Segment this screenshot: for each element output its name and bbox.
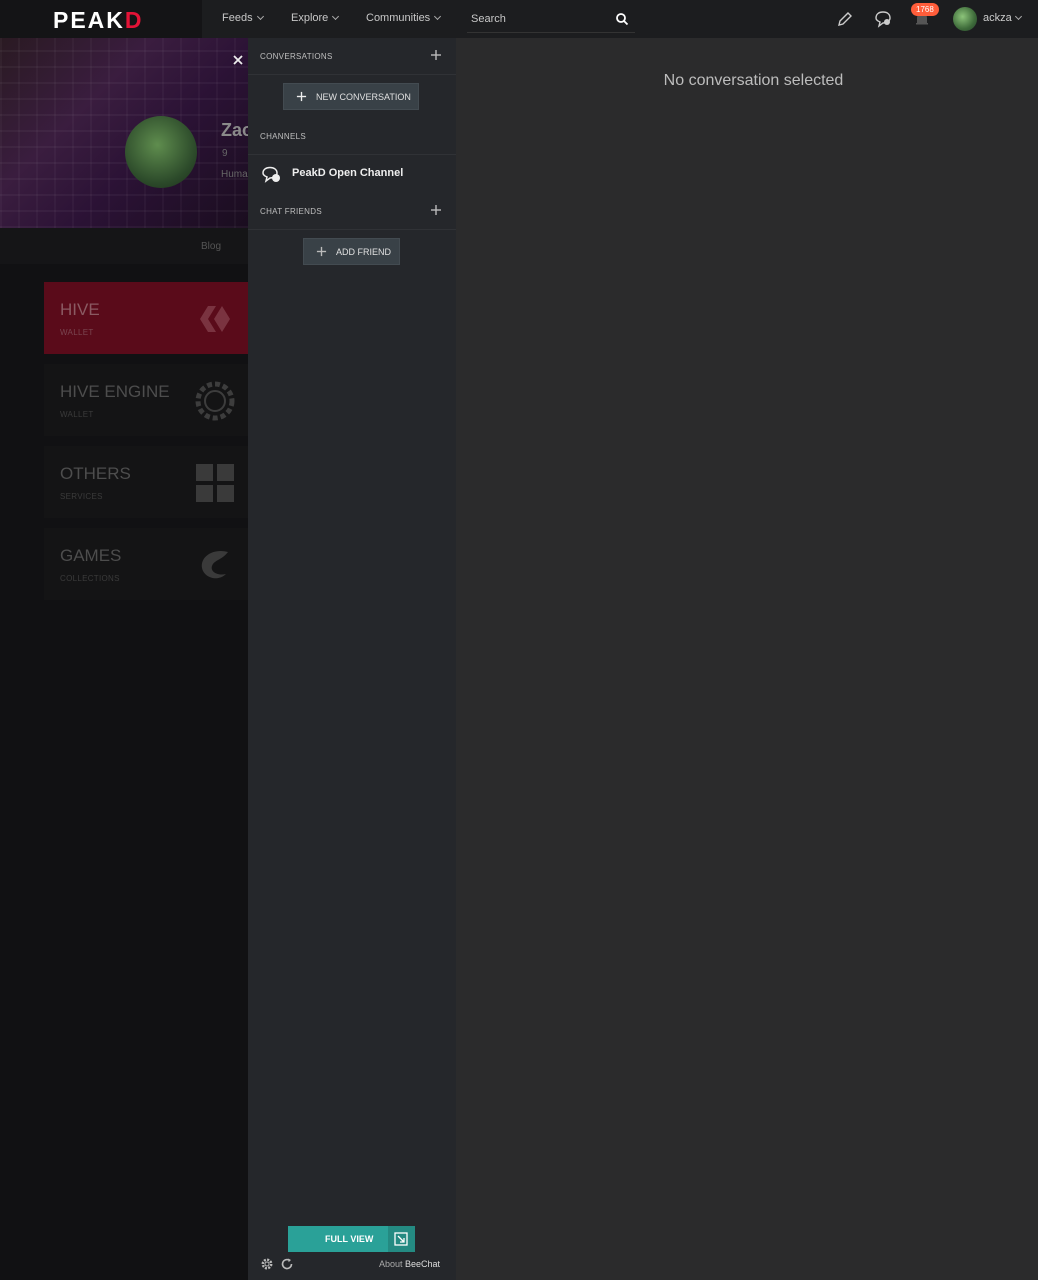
profile-name: Zac: [221, 120, 248, 140]
card-title: HIVE: [60, 300, 100, 319]
pencil-icon[interactable]: [835, 9, 855, 29]
dragon-icon: [201, 550, 228, 579]
about-prefix: About: [379, 1259, 406, 1269]
games-collections-card: GAMES COLLECTIONS: [44, 528, 248, 600]
card-subtitle: WALLET: [60, 328, 94, 337]
channel-name: PeakD Open Channel: [292, 167, 404, 179]
add-conversation-plus-icon[interactable]: [430, 49, 442, 61]
chevron-down-icon: [332, 12, 340, 21]
card-title: OTHERS: [60, 464, 131, 483]
chevron-down-icon: [434, 12, 442, 21]
nav-communities-label: Communities: [366, 12, 431, 24]
conversations-header: CONVERSATIONS: [260, 52, 333, 61]
search-input[interactable]: Search: [467, 6, 635, 33]
gear-icon[interactable]: [260, 1257, 274, 1271]
profile-about: Huma: [221, 169, 248, 180]
chat-icon[interactable]: [873, 9, 893, 29]
chevron-down-icon: [256, 12, 264, 21]
about-beechat-link[interactable]: About BeeChat: [379, 1259, 440, 1269]
card-subtitle: COLLECTIONS: [60, 574, 120, 583]
divider: [248, 74, 456, 75]
nav-explore[interactable]: Explore: [291, 12, 340, 24]
card-subtitle: SERVICES: [60, 492, 103, 501]
hive-engine-wallet-card: HIVE ENGINE WALLET: [44, 364, 248, 436]
logo-area[interactable]: PEAKD: [0, 0, 202, 38]
username-label: ackza: [983, 12, 1012, 24]
top-navbar: PEAKD Feeds Explore Communities Search 1…: [0, 0, 1038, 38]
refresh-icon[interactable]: [280, 1257, 294, 1271]
new-conversation-label: NEW CONVERSATION: [316, 91, 411, 102]
plus-icon: [296, 91, 307, 102]
user-menu[interactable]: ackza: [983, 12, 1022, 24]
no-conversation-message: No conversation selected: [663, 72, 844, 89]
nav-feeds-label: Feeds: [222, 12, 253, 24]
card-title: GAMES: [60, 546, 122, 565]
nav-communities[interactable]: Communities: [366, 12, 442, 24]
nav-feeds[interactable]: Feeds: [222, 12, 264, 24]
plus-icon: [316, 246, 327, 257]
add-friend-plus-icon[interactable]: [430, 204, 442, 216]
search-placeholder: Search: [471, 13, 506, 25]
full-view-label: FULL VIEW: [325, 1234, 374, 1244]
others-services-card: OTHERS SERVICES: [44, 446, 248, 518]
peakd-logo[interactable]: PEAKD: [53, 7, 144, 34]
hive-logo-icon: [200, 306, 230, 332]
card-title: HIVE ENGINE: [60, 382, 170, 401]
chat-bubbles-icon: [262, 166, 280, 183]
divider: [248, 229, 456, 230]
nav-explore-label: Explore: [291, 12, 329, 24]
full-view-button[interactable]: FULL VIEW: [288, 1226, 415, 1252]
hive-engine-icon: [195, 381, 235, 421]
add-friend-button[interactable]: ADD FRIEND: [303, 238, 400, 265]
add-friend-label: ADD FRIEND: [336, 246, 392, 257]
channels-header: CHANNELS: [260, 132, 306, 141]
about-brand: BeeChat: [405, 1259, 441, 1269]
profile-stat: 9: [222, 148, 228, 159]
profile-picture: [125, 116, 197, 188]
channel-peakd-open[interactable]: PeakD Open Channel: [248, 158, 456, 192]
divider: [248, 154, 456, 155]
search-icon[interactable]: [615, 12, 629, 26]
user-avatar[interactable]: [953, 7, 977, 31]
chat-sidebar: CONVERSATIONS NEW CONVERSATION CHANNELS …: [248, 38, 456, 1280]
profile-tabs: Blog: [0, 228, 248, 264]
chat-friends-header: CHAT FRIENDS: [260, 207, 322, 216]
logo-accent: D: [124, 7, 144, 33]
grid-icon: [196, 464, 234, 502]
card-subtitle: WALLET: [60, 410, 94, 419]
notification-count-badge[interactable]: 1768: [911, 3, 939, 16]
profile-cover-image: [0, 38, 248, 228]
tab-blog: Blog: [201, 241, 222, 252]
logo-text: PEAK: [53, 7, 125, 33]
background-profile-page: Zac 9 Huma Blog HIVE WALLET HIVE ENGINE …: [0, 38, 248, 1280]
chevron-down-icon: [1014, 12, 1022, 21]
expand-icon: [388, 1226, 415, 1252]
close-icon[interactable]: [232, 54, 244, 66]
conversation-pane: No conversation selected: [456, 38, 1038, 1280]
new-conversation-button[interactable]: NEW CONVERSATION: [283, 83, 419, 110]
hive-wallet-card: HIVE WALLET: [44, 282, 248, 354]
